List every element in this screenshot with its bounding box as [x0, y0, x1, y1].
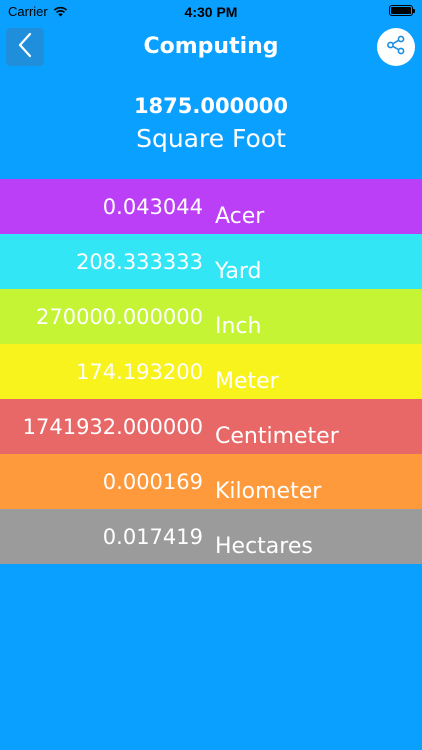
- result-row-meter[interactable]: 174.193200 Meter: [0, 344, 422, 399]
- result-value: 0.017419: [102, 525, 203, 549]
- status-bar: Carrier 4:30 PM: [0, 0, 422, 22]
- result-unit: Acer: [215, 204, 265, 229]
- result-unit: Centimeter: [215, 424, 339, 449]
- results-list: 0.043044 Acer 208.333333 Yard 270000.000…: [0, 179, 422, 564]
- result-row-inch[interactable]: 270000.000000 Inch: [0, 289, 422, 344]
- result-value: 174.193200: [76, 360, 203, 384]
- result-value: 208.333333: [76, 250, 203, 274]
- result-row-kilometer[interactable]: 0.000169 Kilometer: [0, 454, 422, 509]
- result-value: 270000.000000: [35, 305, 203, 329]
- result-unit: Kilometer: [215, 479, 322, 504]
- result-value: 1741932.000000: [22, 415, 203, 439]
- status-time: 4:30 PM: [184, 4, 238, 20]
- battery-icon: [389, 5, 415, 16]
- result-unit: Hectares: [215, 534, 313, 559]
- result-value: 0.000169: [102, 470, 203, 494]
- result-value: 0.043044: [102, 195, 203, 219]
- page-title: Computing: [143, 34, 279, 59]
- result-row-hectares[interactable]: 0.017419 Hectares: [0, 509, 422, 564]
- result-unit: Inch: [215, 314, 262, 339]
- result-row-yard[interactable]: 208.333333 Yard: [0, 234, 422, 289]
- result-row-centimeter[interactable]: 1741932.000000 Centimeter: [0, 399, 422, 454]
- result-unit: Meter: [215, 369, 279, 394]
- result-row-acer[interactable]: 0.043044 Acer: [0, 179, 422, 234]
- share-icon: [386, 35, 406, 59]
- result-unit: Yard: [215, 259, 262, 284]
- input-value: 1875.000000: [133, 94, 289, 118]
- input-unit: Square Foot: [136, 124, 286, 153]
- share-button[interactable]: [377, 28, 415, 66]
